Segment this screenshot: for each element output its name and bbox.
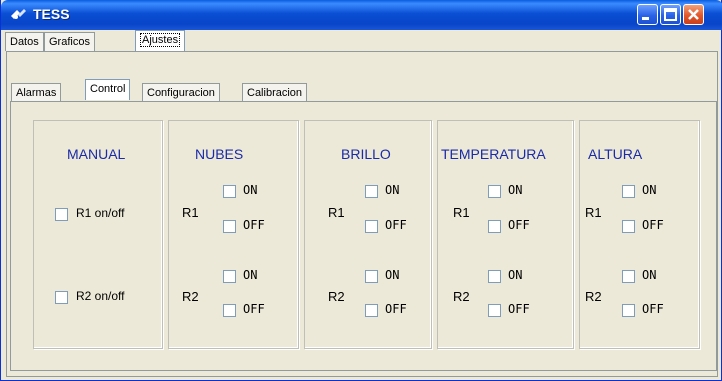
r1-off-label-temperatura: OFF <box>508 218 530 232</box>
group-title-temperatura: TEMPERATURA <box>441 146 546 162</box>
tab-label: Calibracion <box>247 87 303 99</box>
tab-label: Alarmas <box>16 87 57 99</box>
app-window: TESS Datos Graficos Ajustes Alarmas Cont… <box>0 0 722 381</box>
group-title-brillo: BRILLO <box>341 146 391 162</box>
maximize-icon <box>664 8 677 21</box>
tab-datos[interactable]: Datos <box>5 32 44 51</box>
r2-label-altura: R2 <box>585 289 602 304</box>
maximize-button[interactable] <box>660 4 681 25</box>
r2-on-label-temperatura: ON <box>508 268 523 282</box>
r1-manual-checkbox[interactable] <box>55 208 68 221</box>
tab-configuracion[interactable]: Configuracion <box>142 83 220 102</box>
r1-on-checkbox-temperatura[interactable] <box>488 185 501 198</box>
r2-off-checkbox-temperatura[interactable] <box>488 304 501 317</box>
group-title-nubes: NUBES <box>195 146 244 162</box>
r2-label-temperatura: R2 <box>453 289 470 304</box>
tab-alarmas[interactable]: Alarmas <box>11 83 62 102</box>
tab-label: Graficos <box>49 36 90 48</box>
r1-label-altura: R1 <box>585 205 602 220</box>
minimize-icon <box>642 17 649 20</box>
r1-off-checkbox-altura[interactable] <box>622 220 635 233</box>
title-bar[interactable]: TESS <box>1 0 722 30</box>
r2-on-checkbox-nubes[interactable] <box>223 270 236 283</box>
r1-off-checkbox-nubes[interactable] <box>223 220 236 233</box>
r2-off-checkbox-brillo[interactable] <box>365 304 378 317</box>
r2-on-checkbox-temperatura[interactable] <box>488 270 501 283</box>
r1-off-checkbox-temperatura[interactable] <box>488 220 501 233</box>
tab-ajustes[interactable]: Ajustes <box>135 30 186 51</box>
r1-label-temperatura: R1 <box>453 205 470 220</box>
r2-on-label-brillo: ON <box>385 268 400 282</box>
r2-off-label-nubes: OFF <box>243 302 265 316</box>
tab-label: Configuracion <box>147 87 215 99</box>
tab-graficos[interactable]: Graficos <box>44 32 95 51</box>
tab-label: Ajustes <box>140 33 181 47</box>
group-title-altura: ALTURA <box>588 146 643 162</box>
r2-off-checkbox-altura[interactable] <box>622 304 635 317</box>
group-title-manual: MANUAL <box>67 146 126 162</box>
tab-label: Datos <box>10 36 39 48</box>
r2-manual-checkbox[interactable] <box>55 291 68 304</box>
r2-on-checkbox-altura[interactable] <box>622 270 635 283</box>
tab-label: Control <box>90 83 126 95</box>
r2-on-label-altura: ON <box>642 268 657 282</box>
r1-on-label-temperatura: ON <box>508 183 523 197</box>
r2-off-label-temperatura: OFF <box>508 302 530 316</box>
r2-off-label-brillo: OFF <box>385 302 407 316</box>
satellite-icon <box>11 9 26 19</box>
r1-on-checkbox-brillo[interactable] <box>365 185 378 198</box>
tab-calibracion[interactable]: Calibracion <box>242 83 308 102</box>
close-icon <box>688 9 699 20</box>
r1-off-label-brillo: OFF <box>385 218 407 232</box>
outer-tab-strip: Datos Graficos Ajustes <box>1 30 722 52</box>
r2-label-brillo: R2 <box>328 289 345 304</box>
r1-off-label-altura: OFF <box>642 218 664 232</box>
inner-tab-strip: Alarmas Control Configuracion Calibracio… <box>6 79 718 102</box>
window-title: TESS <box>33 6 70 22</box>
close-button[interactable] <box>683 4 704 25</box>
r1-off-label-nubes: OFF <box>243 218 265 232</box>
r1-manual-label: R1 on/off <box>76 206 125 220</box>
r1-on-checkbox-altura[interactable] <box>622 185 635 198</box>
r2-on-checkbox-brillo[interactable] <box>365 270 378 283</box>
r1-on-label-altura: ON <box>642 183 657 197</box>
r1-on-label-nubes: ON <box>243 183 258 197</box>
r1-on-checkbox-nubes[interactable] <box>223 185 236 198</box>
r2-on-label-nubes: ON <box>243 268 258 282</box>
r1-label-nubes: R1 <box>182 205 199 220</box>
r2-off-label-altura: OFF <box>642 302 664 316</box>
r1-label-brillo: R1 <box>328 205 345 220</box>
r2-label-nubes: R2 <box>182 289 199 304</box>
r2-manual-label: R2 on/off <box>76 289 125 303</box>
r2-off-checkbox-nubes[interactable] <box>223 304 236 317</box>
r1-on-label-brillo: ON <box>385 183 400 197</box>
r1-off-checkbox-brillo[interactable] <box>365 220 378 233</box>
minimize-button[interactable] <box>637 4 658 25</box>
tab-control[interactable]: Control <box>85 79 131 100</box>
